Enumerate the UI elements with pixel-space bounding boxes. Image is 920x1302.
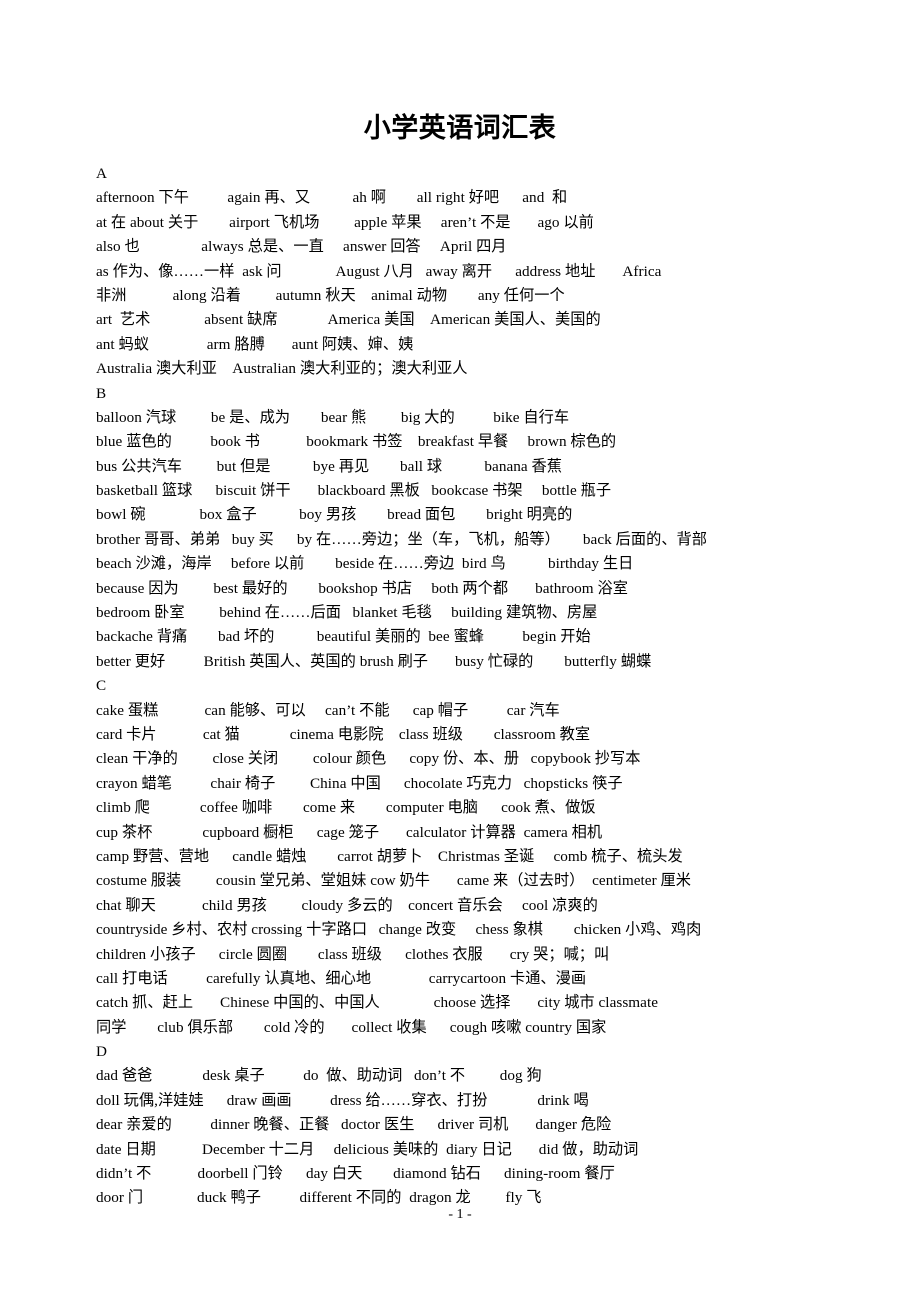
- vocabulary-line: climb 爬 coffee 咖啡 come 来 computer 电脑 coo…: [96, 799, 596, 817]
- vocabulary-line: ant 蚂蚁 arm 胳膊 aunt 阿姨、婶、姨: [96, 335, 414, 353]
- vocabulary-line: better 更好 British 英国人、英国的 brush 刷子 busy …: [96, 652, 652, 670]
- vocabulary-line: afternoon 下午 again 再、又 ah 啊 all right 好吧…: [96, 189, 568, 207]
- vocabulary-line: clean 干净的 close 关闭 colour 颜色 copy 份、本、册 …: [96, 750, 641, 768]
- vocabulary-line: beach 沙滩，海岸 before 以前 beside 在……旁边 bird …: [96, 555, 634, 573]
- section-letter-heading: D: [96, 1043, 107, 1061]
- section-letter-heading: B: [96, 384, 107, 402]
- vocabulary-line: doll 玩偶,洋娃娃 draw 画画 dress 给……穿衣、打扮 drink…: [96, 1091, 589, 1109]
- vocabulary-line: cup 茶杯 cupboard 橱柜 cage 笼子 calculator 计算…: [96, 823, 603, 841]
- vocabulary-line: because 因为 best 最好的 bookshop 书店 both 两个都…: [96, 579, 628, 597]
- vocabulary-line: didn’t 不 doorbell 门铃 day 白天 diamond 钻石 d…: [96, 1165, 615, 1183]
- vocabulary-line: brother 哥哥、弟弟 buy 买 by 在……旁边；坐（车，飞机，船等） …: [96, 530, 708, 548]
- vocabulary-line: art 艺术 absent 缺席 America 美国 American 美国人…: [96, 311, 601, 329]
- vocabulary-line: catch 抓、赶上 Chinese 中国的、中国人 choose 选择 cit…: [96, 994, 659, 1012]
- vocabulary-line: bedroom 卧室 behind 在……后面 blanket 毛毯 build…: [96, 604, 598, 622]
- vocabulary-line: dad 爸爸 desk 桌子 do 做、助动词 don’t 不 dog 狗: [96, 1067, 542, 1085]
- vocabulary-line: basketball 篮球 biscuit 饼干 blackboard 黑板 b…: [96, 482, 612, 500]
- vocabulary-line: children 小孩子 circle 圆圈 class 班级 clothes …: [96, 945, 610, 963]
- vocabulary-line: costume 服装 cousin 堂兄弟、堂姐妹 cow 奶牛 came 来（…: [96, 872, 692, 890]
- document-page: 小学英语词汇表 Aafternoon 下午 again 再、又 ah 啊 all…: [0, 0, 920, 1302]
- vocabulary-line: blue 蓝色的 book 书 bookmark 书签 breakfast 早餐…: [96, 433, 617, 451]
- vocabulary-line: dear 亲爱的 dinner 晚餐、正餐 doctor 医生 driver 司…: [96, 1116, 612, 1134]
- vocabulary-line: backache 背痛 bad 坏的 beautiful 美丽的 bee 蜜蜂 …: [96, 628, 591, 646]
- section-letter-heading: A: [96, 165, 107, 182]
- vocabulary-line: crayon 蜡笔 chair 椅子 China 中国 chocolate 巧克…: [96, 774, 623, 792]
- page-title: 小学英语词汇表: [363, 113, 557, 144]
- vocabulary-line: date 日期 December 十二月 delicious 美味的 diary…: [96, 1140, 639, 1158]
- vocabulary-line: call 打电话 carefully 认真地、细心地 carrycartoon …: [96, 969, 587, 987]
- vocabulary-line: bus 公共汽车 but 但是 bye 再见 ball 球 banana 香蕉: [96, 457, 563, 475]
- vocabulary-line: 同学 club 俱乐部 cold 冷的 collect 收集 cough 咳嗽 …: [96, 1018, 607, 1036]
- vocabulary-body: Aafternoon 下午 again 再、又 ah 啊 all right 好…: [96, 162, 864, 1211]
- vocabulary-line: Australia 澳大利亚 Australian 澳大利亚的；澳大利亚人: [96, 360, 468, 378]
- vocabulary-line: at 在 about 关于 airport 飞机场 apple 苹果 aren’…: [96, 213, 594, 231]
- vocabulary-line: 非洲 along 沿着 autumn 秋天 animal 动物 any 任何一个: [96, 286, 565, 304]
- vocabulary-line: bowl 碗 box 盒子 boy 男孩 bread 面包 bright 明亮的: [96, 506, 573, 524]
- vocabulary-line: chat 聊天 child 男孩 cloudy 多云的 concert 音乐会 …: [96, 896, 598, 914]
- vocabulary-line: card 卡片 cat 猫 cinema 电影院 class 班级 classr…: [96, 725, 591, 743]
- section-letter-heading: C: [96, 677, 107, 695]
- vocabulary-line: camp 野营、营地 candle 蜡烛 carrot 胡萝卜 Christma…: [96, 847, 683, 865]
- page-number-footer: - 1 -: [448, 1207, 472, 1222]
- vocabulary-line: as 作为、像……一样 ask 问 August 八月 away 离开 addr…: [96, 262, 662, 280]
- vocabulary-line: also 也 always 总是、一直 answer 回答 April 四月: [96, 238, 507, 256]
- vocabulary-line: balloon 汽球 be 是、成为 bear 熊 big 大的 bike 自行…: [96, 408, 570, 426]
- vocabulary-line: countryside 乡村、农村 crossing 十字路口 change 改…: [96, 921, 702, 939]
- vocabulary-line: cake 蛋糕 can 能够、可以 can’t 不能 cap 帽子 car 汽车: [96, 701, 560, 719]
